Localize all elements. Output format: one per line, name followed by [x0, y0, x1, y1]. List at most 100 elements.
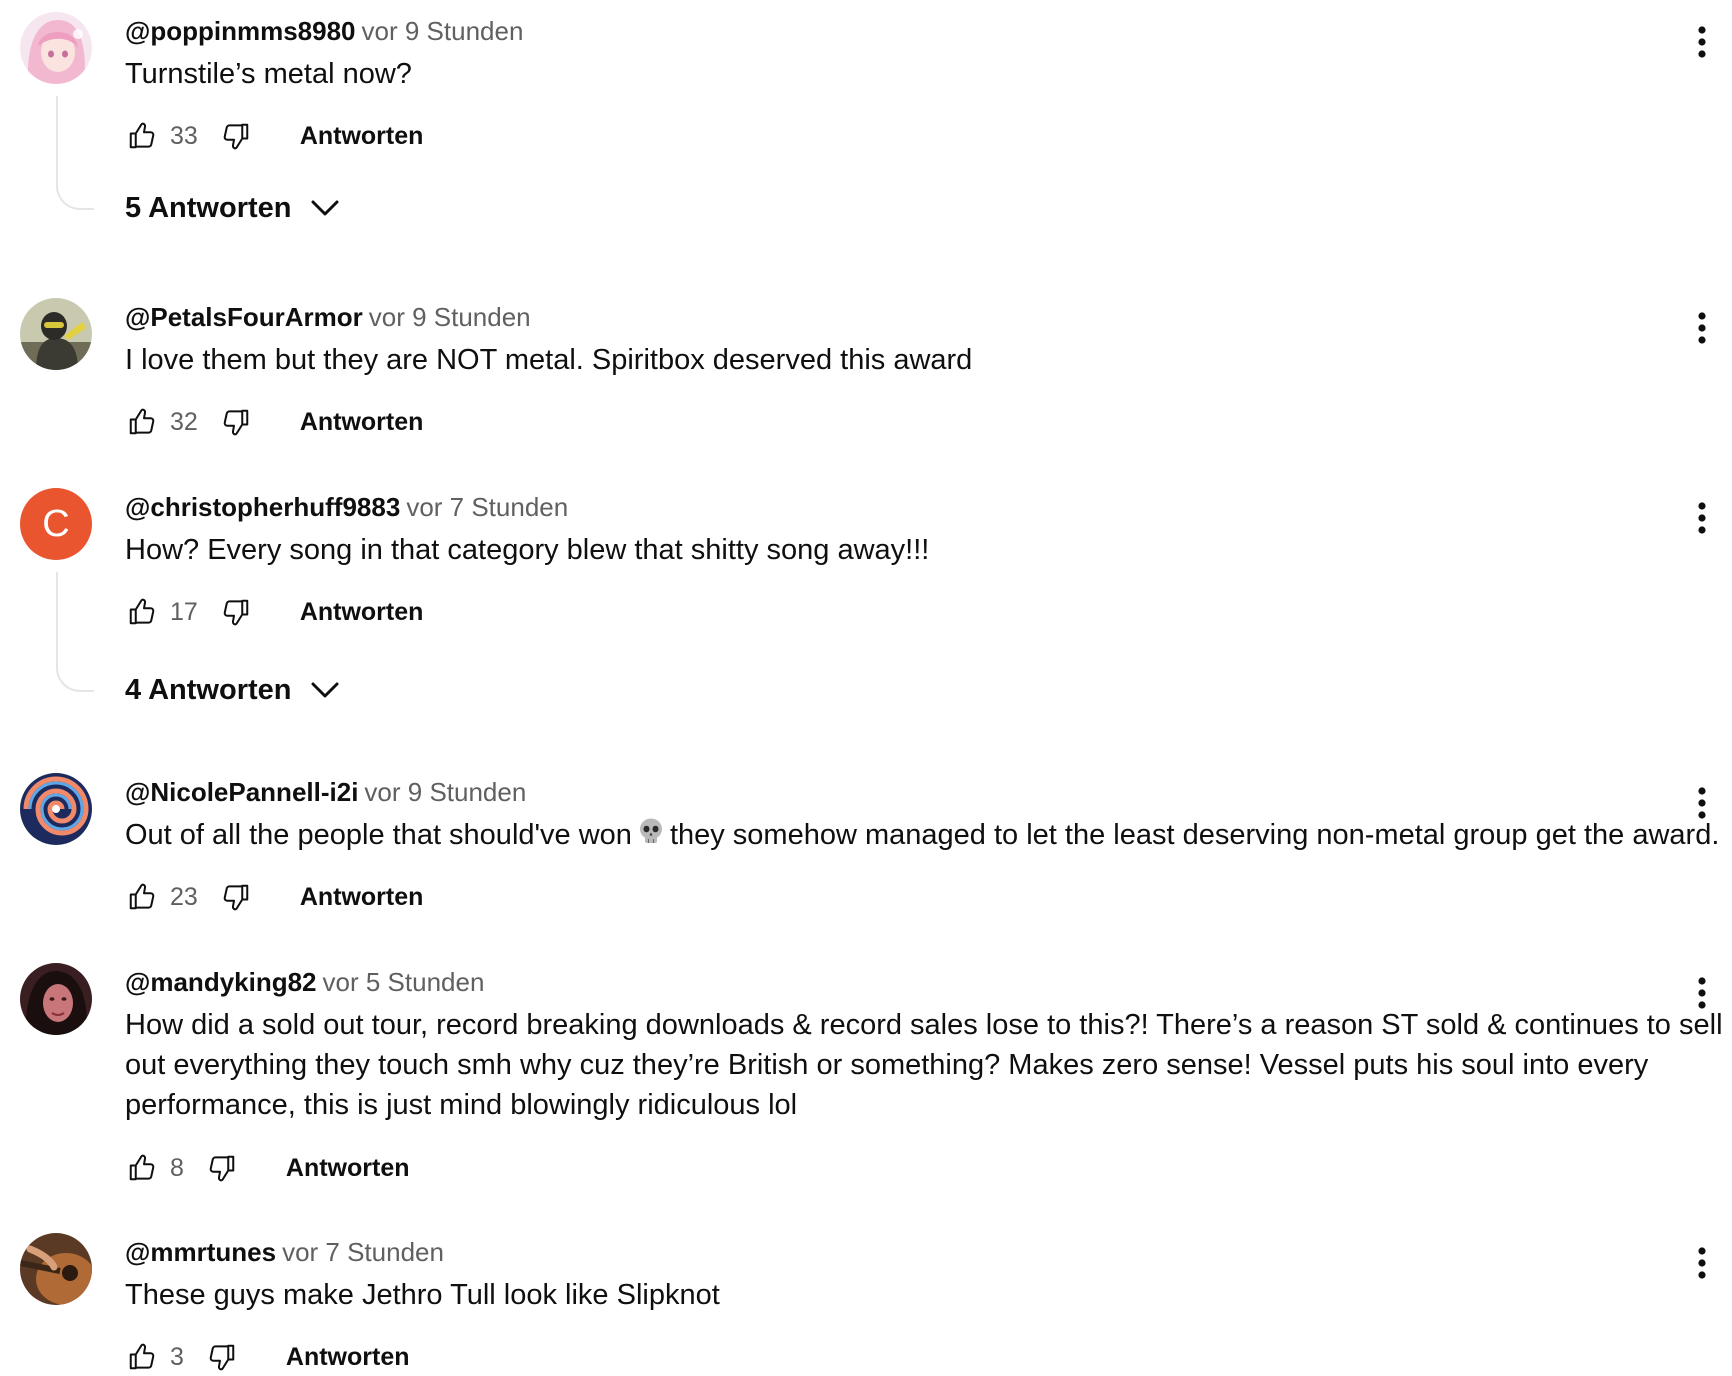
helmeted-figure-avatar-icon [20, 298, 92, 370]
comment-author[interactable]: @mmrtunes [125, 1237, 276, 1267]
guitar-avatar-icon [20, 1233, 92, 1305]
thumbs-down-icon [221, 121, 251, 151]
swirl-avatar-icon [20, 773, 92, 845]
like-count: 17 [170, 597, 198, 626]
pink-haired-anime-avatar-icon [20, 12, 92, 84]
thumbs-up-icon [127, 597, 157, 627]
comment-text: I love them but they are NOT metal. Spir… [125, 344, 973, 376]
comment-text: Turnstile’s metal now? [125, 58, 412, 90]
comment-text: These guys make Jethro Tull look like Sl… [125, 1279, 720, 1311]
comment-text: How? Every song in that category blew th… [125, 534, 930, 566]
comment-header: @mandyking82 vor 5 Stunden [125, 965, 484, 999]
comment-author[interactable]: @christopherhuff9883 [125, 492, 400, 522]
more-vert-icon [1698, 1247, 1706, 1279]
comment-time[interactable]: vor 9 Stunden [362, 16, 524, 46]
comment-actions: 8 Antworten [122, 1148, 410, 1188]
more-actions-button[interactable] [1688, 781, 1716, 825]
comment-time[interactable]: vor 7 Stunden [406, 492, 568, 522]
avatar[interactable]: C [20, 488, 92, 560]
like-button[interactable] [122, 1148, 162, 1188]
comment-actions: 17 Antworten [122, 592, 423, 632]
thumbs-up-icon [127, 1342, 157, 1372]
like-button[interactable] [122, 877, 162, 917]
more-actions-button[interactable] [1688, 971, 1716, 1015]
thumbs-down-icon [221, 597, 251, 627]
replies-count-label: 4 Antworten [125, 673, 292, 706]
more-vert-icon [1698, 502, 1706, 534]
reply-button[interactable]: Antworten [286, 1343, 410, 1372]
avatar-letter: C [42, 503, 70, 545]
comment-author[interactable]: @NicolePannell-i2i [125, 777, 358, 807]
avatar[interactable] [20, 298, 92, 370]
like-button[interactable] [122, 1337, 162, 1376]
more-actions-button[interactable] [1688, 306, 1716, 350]
comment-time[interactable]: vor 9 Stunden [364, 777, 526, 807]
comment-actions: 32 Antworten [122, 402, 423, 442]
reply-button[interactable]: Antworten [286, 1154, 410, 1183]
thread-line [56, 572, 94, 692]
like-count: 3 [170, 1342, 184, 1371]
chevron-down-icon [311, 200, 339, 216]
show-replies-button[interactable]: 4 Antworten [125, 670, 339, 710]
comment-text: Out of all the people that should've won… [125, 815, 1725, 856]
more-actions-button[interactable] [1688, 1241, 1716, 1285]
like-count: 23 [170, 882, 198, 911]
more-vert-icon [1698, 26, 1706, 58]
comment-header: @christopherhuff9883 vor 7 Stunden [125, 490, 568, 524]
show-replies-button[interactable]: 5 Antworten [125, 188, 339, 228]
comment-header: @PetalsFourArmor vor 9 Stunden [125, 300, 531, 334]
comment-actions: 23 Antworten [122, 877, 423, 917]
comment-text: How did a sold out tour, record breaking… [125, 1009, 1723, 1121]
avatar[interactable] [20, 1233, 92, 1305]
chevron-down-icon [311, 682, 339, 698]
comment-header: @mmrtunes vor 7 Stunden [125, 1235, 444, 1269]
like-button[interactable] [122, 402, 162, 442]
dislike-button[interactable] [202, 1148, 242, 1188]
dislike-button[interactable] [216, 402, 256, 442]
avatar[interactable] [20, 963, 92, 1035]
comment-time[interactable]: vor 5 Stunden [323, 967, 485, 997]
thumbs-down-icon [207, 1153, 237, 1183]
reply-button[interactable]: Antworten [300, 883, 424, 912]
more-vert-icon [1698, 977, 1706, 1009]
thumbs-up-icon [127, 1153, 157, 1183]
comment-actions: 3 Antworten [122, 1337, 410, 1376]
thumbs-up-icon [127, 121, 157, 151]
comment-header: @NicolePannell-i2i vor 9 Stunden [125, 775, 526, 809]
thumbs-down-icon [221, 407, 251, 437]
avatar[interactable] [20, 12, 92, 84]
like-button[interactable] [122, 116, 162, 156]
comment-author[interactable]: @mandyking82 [125, 967, 317, 997]
comment-time[interactable]: vor 9 Stunden [369, 302, 531, 332]
like-button[interactable] [122, 592, 162, 632]
comment-time[interactable]: vor 7 Stunden [282, 1237, 444, 1267]
comment-author[interactable]: @poppinmms8980 [125, 16, 356, 46]
reply-button[interactable]: Antworten [300, 122, 424, 151]
more-vert-icon [1698, 787, 1706, 819]
comment-actions: 33 Antworten [122, 116, 423, 156]
reply-button[interactable]: Antworten [300, 408, 424, 437]
dark-haired-woman-avatar-icon [20, 963, 92, 1035]
more-actions-button[interactable] [1688, 20, 1716, 64]
more-actions-button[interactable] [1688, 496, 1716, 540]
dislike-button[interactable] [216, 877, 256, 917]
avatar[interactable] [20, 773, 92, 845]
like-count: 33 [170, 121, 198, 150]
comment-text-part: they somehow managed to let the least de… [669, 819, 1720, 851]
thumbs-up-icon [127, 407, 157, 437]
comment-header: @poppinmms8980 vor 9 Stunden [125, 14, 523, 48]
comment-author[interactable]: @PetalsFourArmor [125, 302, 363, 332]
comment-text-part: Out of all the people that should've won [125, 819, 632, 851]
thumbs-down-icon [221, 882, 251, 912]
dislike-button[interactable] [202, 1337, 242, 1376]
thumbs-down-icon [207, 1342, 237, 1372]
more-vert-icon [1698, 312, 1706, 344]
like-count: 32 [170, 407, 198, 436]
dislike-button[interactable] [216, 592, 256, 632]
reply-button[interactable]: Antworten [300, 598, 424, 627]
skull-emoji-icon [638, 816, 664, 856]
dislike-button[interactable] [216, 116, 256, 156]
replies-count-label: 5 Antworten [125, 191, 292, 224]
thread-line [56, 96, 94, 210]
thumbs-up-icon [127, 882, 157, 912]
